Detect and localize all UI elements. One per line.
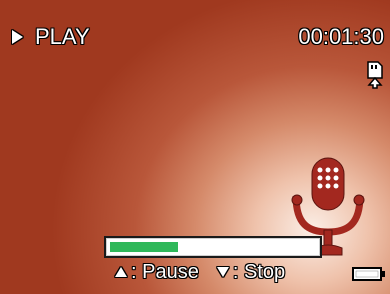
- up-arrow-icon: [115, 267, 127, 277]
- playback-progress-fill: [110, 242, 178, 252]
- stop-control[interactable]: : Stop: [216, 261, 286, 283]
- stop-control-label: : Stop: [232, 261, 286, 283]
- mode-indicator: PLAY: [12, 26, 90, 48]
- playback-controls: : Pause : Stop: [115, 262, 285, 282]
- pause-control[interactable]: : Pause: [115, 262, 199, 282]
- sd-card-icon: [367, 61, 383, 89]
- playback-progress-bar: [104, 236, 322, 258]
- battery-icon: [352, 267, 385, 281]
- down-arrow-icon: [216, 267, 229, 277]
- playback-timer: 00:01:30: [298, 24, 384, 49]
- pause-control-label: : Pause: [131, 261, 199, 283]
- playback-screen: PLAY 00:01:30 : Pause: Stop: [0, 0, 390, 294]
- mode-label: PLAY: [35, 24, 90, 49]
- play-icon: [12, 30, 23, 44]
